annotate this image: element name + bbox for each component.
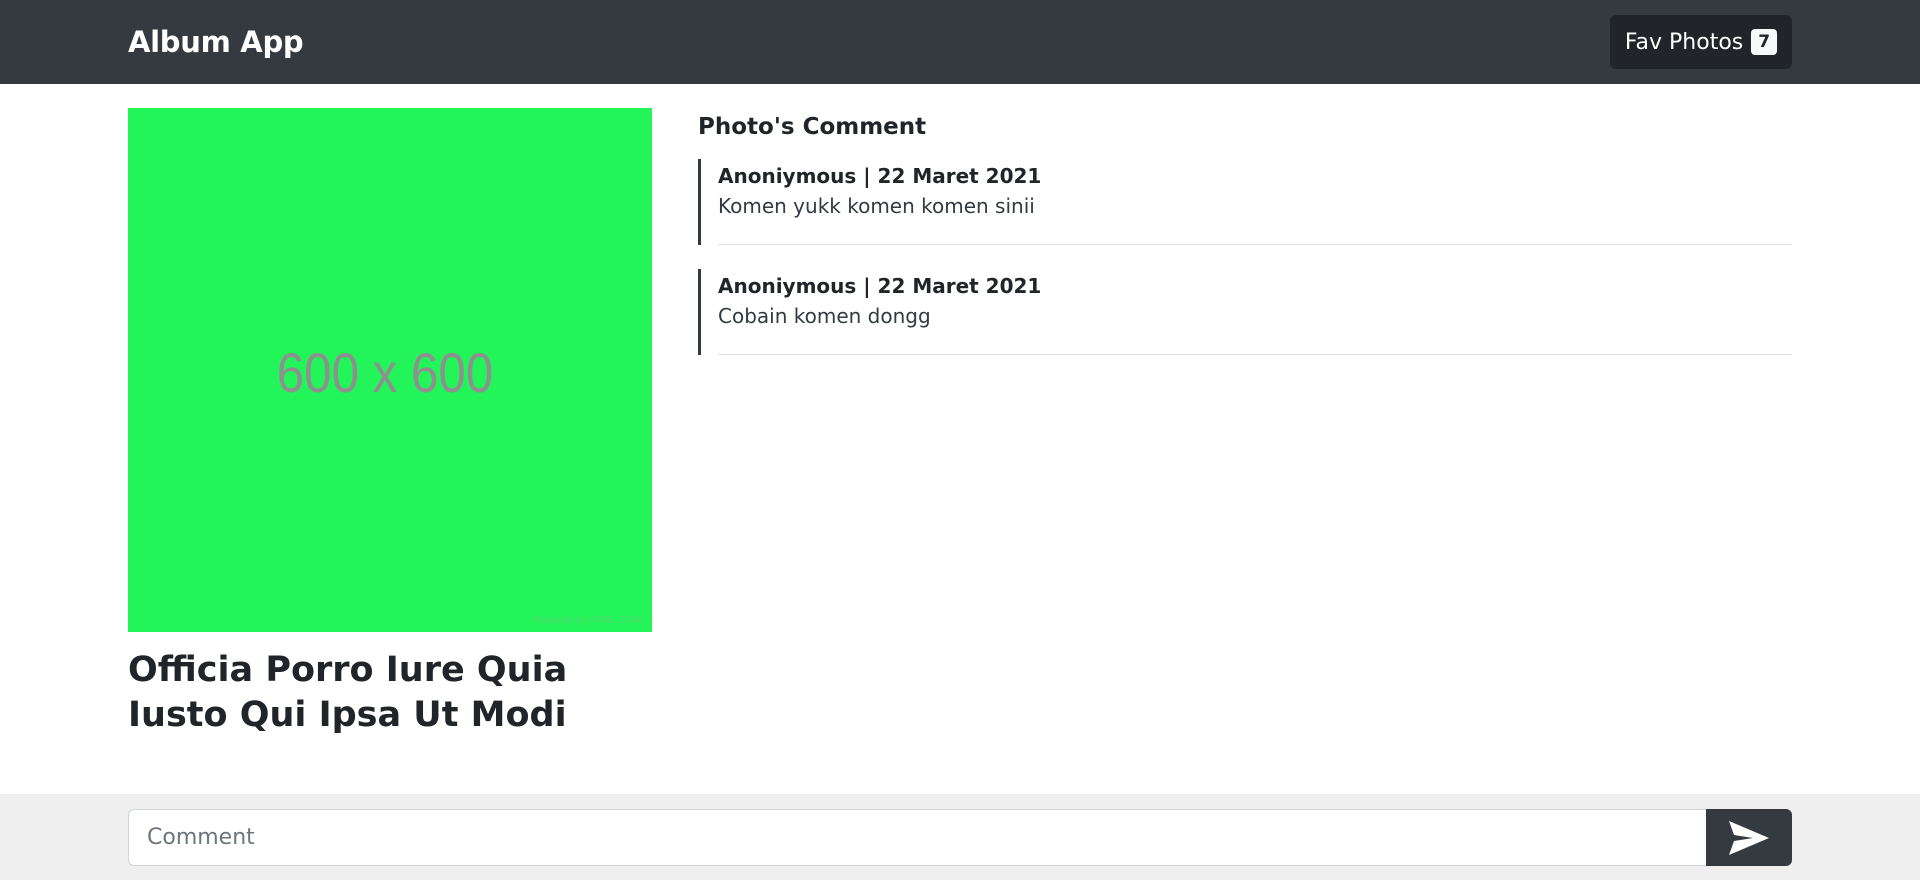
comment-text: Komen yukk komen komen sinii	[718, 194, 1035, 218]
photo-image: 600 x 600 Powered by HTML.COM	[128, 108, 652, 632]
comment-text: Cobain komen dongg	[718, 304, 931, 328]
comment-author: Anoniymous | 22 Maret 2021	[718, 274, 1042, 298]
fav-photos-label: Fav Photos	[1624, 29, 1744, 55]
fav-photos-button[interactable]: Fav Photos 7	[1610, 15, 1792, 69]
navbar: Album App Fav Photos 7	[0, 0, 1920, 84]
photo-placeholder-label: 600 x 600	[276, 341, 494, 404]
photo-title: Officia Porro Iure Quia Iusto Qui Ipsa U…	[128, 650, 568, 735]
comment-divider	[718, 354, 1792, 355]
app-brand[interactable]: Album App	[128, 24, 304, 60]
comment-item: Anoniymous | 22 Maret 2021 Cobain komen …	[698, 269, 1792, 355]
fav-photos-count-badge: 7	[1751, 29, 1778, 55]
comment-divider	[718, 244, 1792, 245]
comment-item: Anoniymous | 22 Maret 2021 Komen yukk ko…	[698, 159, 1792, 245]
comment-input[interactable]	[128, 809, 1706, 866]
comment-form-bar	[0, 794, 1920, 880]
comment-author: Anoniymous | 22 Maret 2021	[718, 164, 1042, 188]
send-comment-button[interactable]	[1706, 809, 1792, 866]
send-icon	[1729, 820, 1769, 855]
photo-credit: Powered by HTML.COM	[533, 615, 642, 626]
comments-heading: Photo's Comment	[698, 114, 927, 140]
